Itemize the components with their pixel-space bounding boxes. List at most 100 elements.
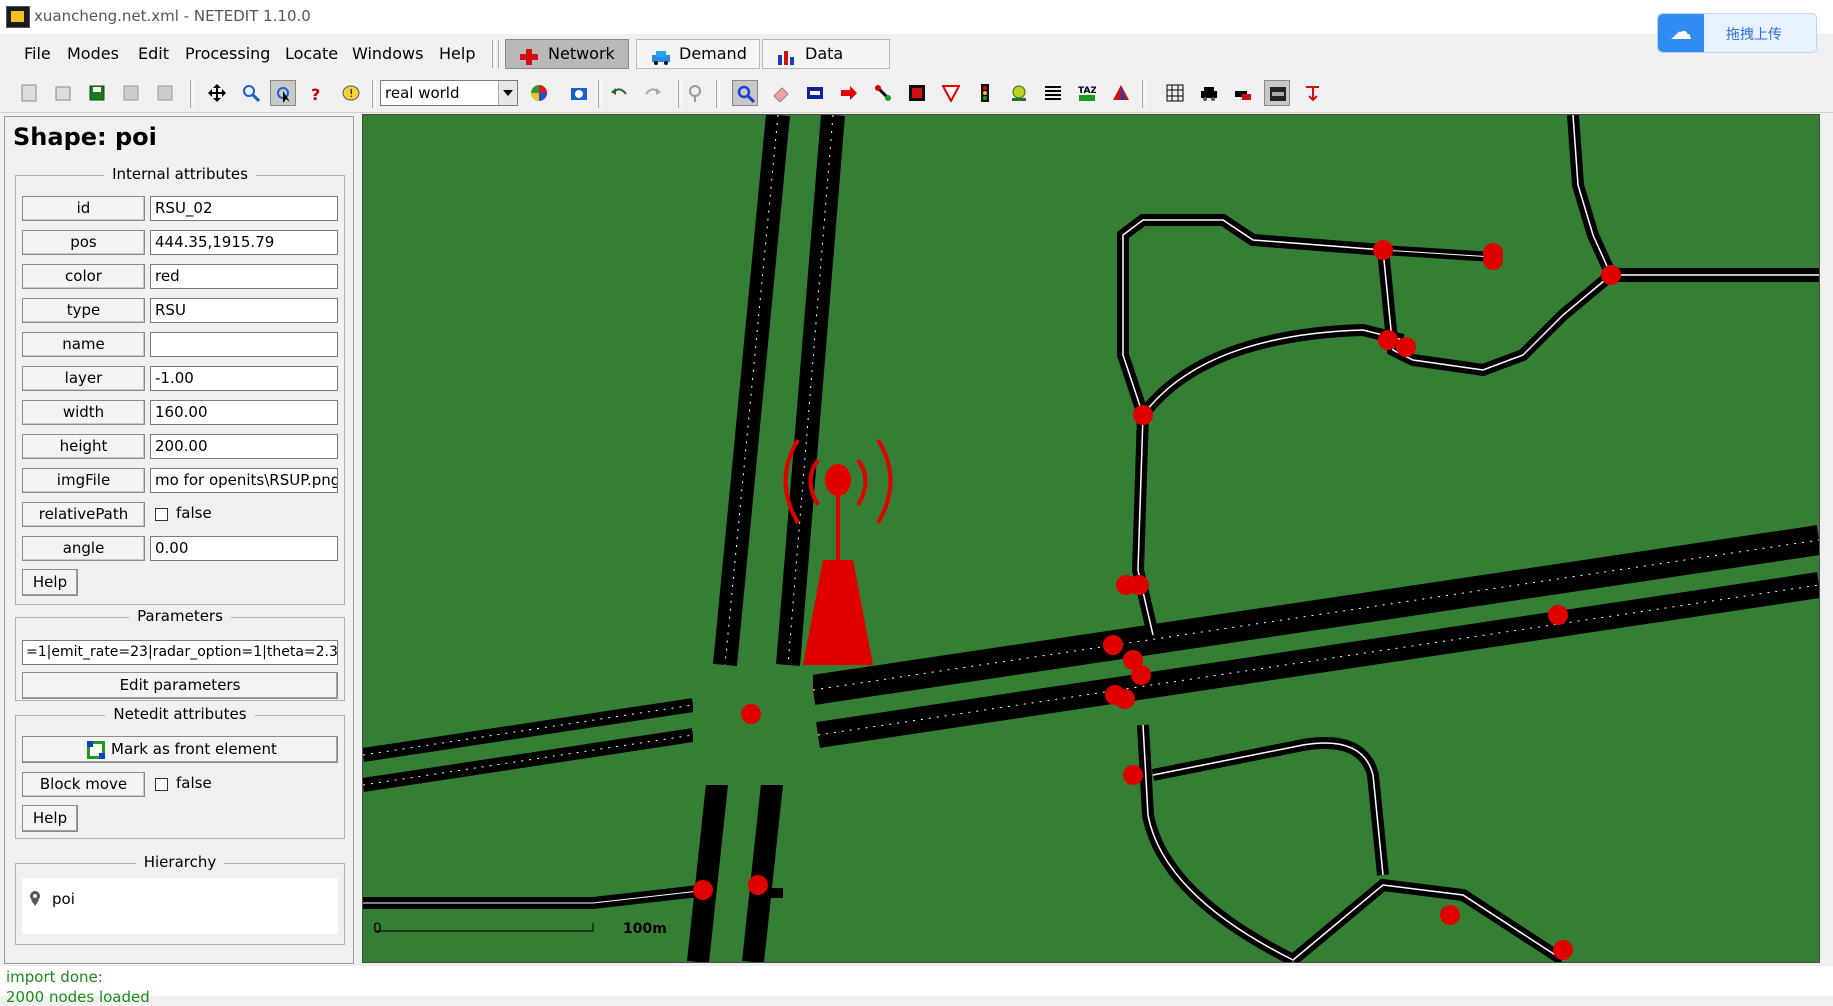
mark-front-element-button[interactable]: Mark as front element [22, 736, 338, 763]
delete-mode-button[interactable] [768, 80, 794, 106]
traffic-light-icon [981, 84, 989, 102]
relativepath-checkbox[interactable] [155, 508, 168, 521]
inspect-mode-button[interactable] [732, 80, 758, 106]
traffic-light-mode-button[interactable] [972, 80, 998, 106]
crossing-mode-button[interactable] [1040, 80, 1066, 106]
redo-icon [645, 88, 661, 95]
undo-button[interactable] [606, 80, 632, 106]
attr-pos-field[interactable]: 444.35,1915.79 [150, 230, 338, 255]
attr-name-field[interactable] [150, 332, 338, 357]
menu-locate[interactable]: Locate [285, 44, 338, 63]
netedit-attributes-group: Netedit attributes Mark as front element… [15, 705, 345, 839]
color-wheel-icon [531, 85, 547, 101]
screenshot-button[interactable] [566, 80, 592, 106]
attr-layer-button[interactable]: layer [22, 366, 145, 391]
toggle-grid-view-button[interactable] [1162, 80, 1188, 106]
svg-text:!: ! [349, 87, 353, 100]
parameters-field[interactable]: =1|emit_rate=23|radar_option=1|theta=2.3 [22, 640, 338, 665]
block-move-value: false [176, 774, 212, 792]
menu-help[interactable]: Help [439, 44, 475, 63]
hierarchy-group: Hierarchy poi [15, 853, 345, 945]
toggle-vehicle-button[interactable] [1196, 80, 1222, 106]
block-move-button[interactable]: Block move [22, 772, 145, 797]
create-edge-mode-button[interactable] [870, 80, 896, 106]
additional-mode-button[interactable] [1006, 80, 1032, 106]
scale-length-label: 100m [623, 921, 667, 937]
attr-name-button[interactable]: name [22, 332, 145, 357]
menu-edit[interactable]: Edit [138, 44, 169, 63]
connection-mode-button[interactable] [904, 80, 930, 106]
attr-width-button[interactable]: width [22, 400, 145, 425]
attr-id-button[interactable]: id [22, 196, 145, 221]
zoom-button[interactable] [238, 80, 264, 106]
data-chart-icon [777, 46, 795, 65]
move-mode-button[interactable] [836, 80, 862, 106]
taz-icon: TAZ [1078, 86, 1096, 101]
right-scrollbar[interactable] [1822, 114, 1833, 963]
toggle-elevation-button[interactable] [1300, 80, 1326, 106]
tooltips-button[interactable]: ! [338, 80, 364, 106]
netedit-help-button[interactable]: Help [22, 805, 78, 832]
network-canvas[interactable] [363, 115, 1819, 962]
attr-pos-button[interactable]: pos [22, 230, 145, 255]
supermode-data-button[interactable]: Data [762, 39, 890, 69]
select-mode-button[interactable] [270, 80, 296, 106]
edit-coloring-button[interactable] [526, 80, 552, 106]
main-intersection[interactable] [693, 675, 813, 785]
save-network-button[interactable] [84, 80, 110, 106]
menu-windows[interactable]: Windows [352, 44, 423, 63]
inspect-button[interactable]: ? [304, 80, 330, 106]
attr-color-button[interactable]: color [22, 264, 145, 289]
open-network-button[interactable] [50, 80, 76, 106]
attr-height-field[interactable]: 200.00 [150, 434, 338, 459]
attr-angle-field[interactable]: 0.00 [150, 536, 338, 561]
attr-id-field[interactable]: RSU_02 [150, 196, 338, 221]
network-view[interactable]: 0 100m [362, 114, 1820, 963]
menu-file[interactable]: File [24, 44, 51, 63]
attr-layer-field[interactable]: -1.00 [150, 366, 338, 391]
front-element-icon [87, 741, 105, 759]
menu-processing[interactable]: Processing [185, 44, 270, 63]
attr-width-field[interactable]: 160.00 [150, 400, 338, 425]
edit-parameters-button[interactable]: Edit parameters [22, 672, 338, 699]
hierarchy-item-poi[interactable]: poi [52, 890, 75, 908]
select-area-mode-button[interactable] [802, 80, 828, 106]
inspect-magnifier-icon [737, 85, 755, 103]
block-move-checkbox[interactable] [155, 778, 168, 791]
frame-title: Shape: poi [13, 123, 157, 151]
toggle-merge-button[interactable] [1230, 80, 1256, 106]
spread-lanes-icon [1270, 87, 1286, 101]
attributes-help-button[interactable]: Help [22, 569, 78, 596]
attr-type-field[interactable]: RSU [150, 298, 338, 323]
select-area-icon [807, 87, 823, 99]
save-demand-button[interactable] [152, 80, 178, 106]
supermode-network-button[interactable]: Network [505, 39, 629, 69]
attr-imgfile-button[interactable]: imgFile [22, 468, 145, 493]
save-additionals-button[interactable] [118, 80, 144, 106]
new-network-button[interactable] [16, 80, 42, 106]
toggle-spread-button[interactable] [1264, 80, 1290, 106]
attr-type-button[interactable]: type [22, 298, 145, 323]
attr-imgfile-field[interactable]: mo for openits\RSUP.png [150, 468, 338, 493]
attr-angle-button[interactable]: angle [22, 536, 145, 561]
attr-color-field[interactable]: red [150, 264, 338, 289]
prohibition-mode-button[interactable] [938, 80, 964, 106]
elevation-arrows-icon [1306, 86, 1319, 102]
taz-mode-button[interactable]: TAZ [1074, 80, 1100, 106]
toggle-grid-button[interactable] [682, 80, 708, 106]
attr-relativepath-button[interactable]: relativePath [22, 502, 145, 527]
shape-mode-button[interactable] [1108, 80, 1134, 106]
move-view-button[interactable] [204, 80, 230, 106]
chevron-down-icon [498, 81, 517, 105]
redo-button[interactable] [640, 80, 666, 106]
supermode-demand-button[interactable]: Demand [636, 39, 760, 69]
move-arrows-icon [208, 84, 226, 102]
grid-icon [1166, 84, 1184, 102]
new-file-icon [21, 84, 37, 102]
menu-modes[interactable]: Modes [67, 44, 119, 63]
location-pin-icon [689, 85, 701, 102]
upload-button[interactable]: ☁ 拖拽上传 [1657, 13, 1817, 53]
view-scheme-select[interactable]: real world [380, 80, 518, 106]
attr-height-button[interactable]: height [22, 434, 145, 459]
netedit-app-icon [6, 6, 30, 28]
